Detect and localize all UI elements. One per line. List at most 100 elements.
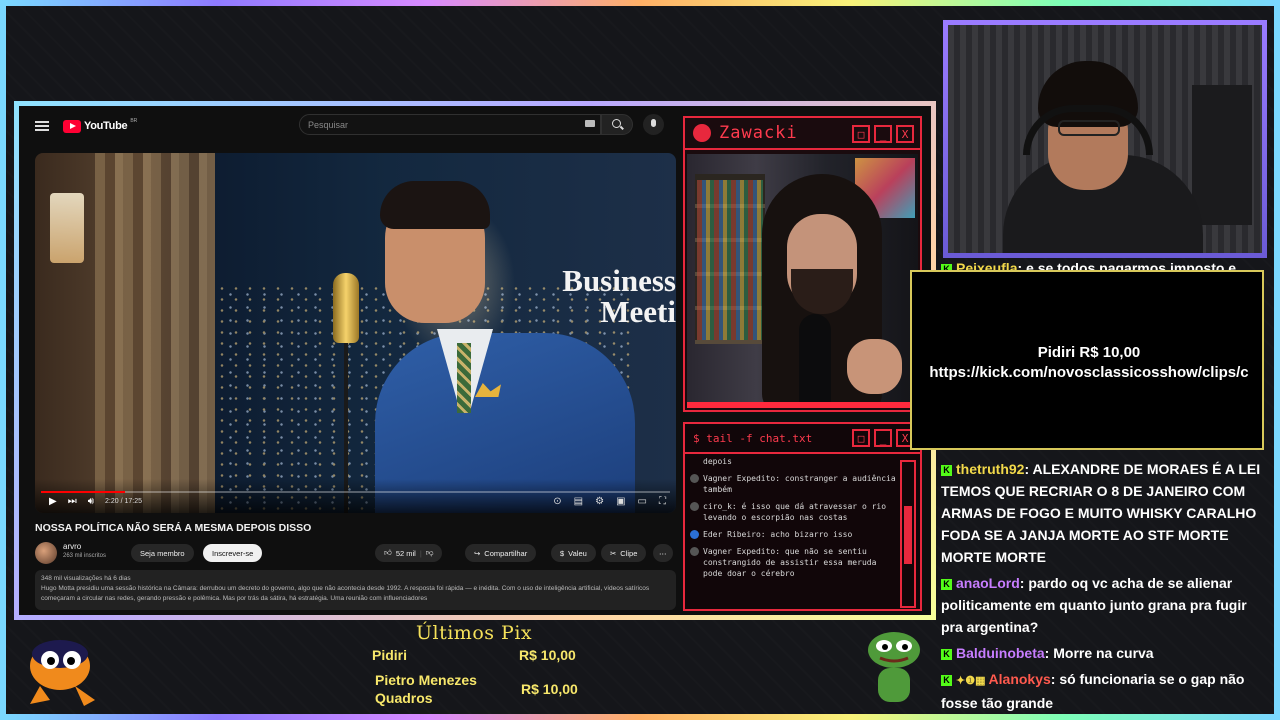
like-button[interactable]: 👍︎ 52 mil | 👎︎ (375, 544, 443, 562)
settings-icon[interactable]: ⚙ (595, 496, 604, 507)
next-icon[interactable]: ⏭ (68, 496, 77, 507)
video-overlay-text: Business Meeti (535, 265, 676, 327)
alert-link: https://kick.com/novosclassicosshow/clip… (929, 364, 1249, 381)
lamp (50, 193, 84, 263)
pix-alert: Pidiri R$ 10,00 https://kick.com/novoscl… (910, 270, 1264, 450)
autoplay-toggle[interactable]: ⊙ (553, 496, 561, 507)
search-button[interactable] (601, 114, 633, 135)
fullscreen-icon[interactable]: ⛶ (659, 496, 666, 507)
thumbs-down-icon[interactable]: 👎︎ (426, 548, 434, 558)
terminal-title: $ tail -f chat.txt (693, 431, 813, 445)
pix-donor-name: Pietro Menezes Quadros (375, 672, 477, 706)
pepe-frog-icon (868, 632, 920, 702)
more-icon: ⋯ (659, 548, 667, 558)
youtube-topbar: YouTube BR Pesquisar (19, 106, 679, 146)
chat-message: KanaoLord: pardo oq vc acha de se aliena… (941, 575, 1247, 635)
terminal-line: Eder Ribeiro: acho bizarro isso (689, 529, 899, 540)
man-hair (380, 181, 490, 229)
stream-overlay: YouTube BR Pesquisar Business Meeti ▶ ⏭ … (0, 0, 1280, 720)
kick-icon: K (941, 579, 952, 590)
video-title: NOSSA POLÍTICA NÃO SERÁ A MESMA DEPOIS D… (35, 522, 312, 534)
terminal-maximize-icon: □ (852, 429, 870, 447)
menu-icon[interactable] (35, 121, 49, 131)
pix-donor-name: Pidiri (372, 647, 408, 663)
mascot-icon (30, 640, 95, 706)
alert-donation: Pidiri R$ 10,00 (1037, 344, 1141, 361)
user-icon (690, 502, 699, 511)
chat-message: K ✦❶▦ Alanokys: só funcionaria se o gap n… (941, 671, 1245, 711)
terminal-chat-log: depois Vagner Expedito: constranger a au… (689, 456, 899, 606)
youtube-play-icon (63, 119, 81, 133)
overlay-word: Meeti (600, 294, 676, 327)
player-controls: ▶ ⏭ 🔊︎ 2:20 / 17:25 ⊙ ▤ ⚙ ▣ ▭ ⛶ (35, 479, 676, 513)
streamer-webcam (943, 20, 1267, 258)
youtube-window: YouTube BR Pesquisar Business Meeti ▶ ⏭ … (14, 101, 936, 620)
kick-icon: K (941, 675, 952, 686)
minimize-icon: _ (874, 125, 892, 143)
user-icon (690, 474, 699, 483)
pix-amount: R$ 10,00 (519, 647, 576, 663)
subscribe-button[interactable]: Inscrever-se (203, 544, 263, 562)
user-icon (690, 547, 699, 556)
zawacki-cam-panel: Zawacki □ _ X (683, 116, 922, 412)
share-icon: ↪ (474, 548, 481, 558)
theater-icon[interactable]: ▭ (638, 496, 647, 507)
channel-name[interactable]: arvro (63, 542, 81, 551)
pix-amount: R$ 10,00 (521, 681, 578, 697)
channel-subs: 263 mil inscritos (63, 553, 107, 559)
channel-row: arvro 263 mil inscritos Seja membro Insc… (35, 540, 676, 564)
scissors-icon: ✂ (610, 548, 617, 558)
chat-feed: Kthetruth92: ALEXANDRE DE MORAES É A LEI… (941, 458, 1271, 718)
microphone-icon[interactable] (643, 114, 664, 135)
hammer-sickle-icon (693, 124, 711, 142)
pix-list-title: Últimos Pix (416, 622, 533, 644)
time-display: 2:20 / 17:25 (105, 498, 143, 505)
youtube-region: BR (130, 117, 138, 124)
thanks-icon: $ (560, 548, 565, 558)
youtube-logo-text: YouTube (84, 120, 128, 132)
more-button[interactable]: ⋯ (653, 544, 673, 562)
description-text: Hugo Motta presidiu uma sessão histórica… (41, 585, 650, 602)
volume-icon[interactable]: 🔊︎ (88, 496, 94, 507)
curtain (95, 153, 215, 513)
terminal-minimize-icon: _ (874, 429, 892, 447)
kick-icon: K (941, 649, 952, 660)
search-icon (612, 119, 621, 128)
user-icon (690, 530, 699, 539)
terminal-line: Vagner Expedito: constranger a audiência… (689, 473, 899, 495)
video-player[interactable]: Business Meeti ▶ ⏭ 🔊︎ 2:20 / 17:25 ⊙ ▤ ⚙… (35, 153, 676, 513)
keyboard-icon[interactable] (585, 120, 595, 127)
join-button[interactable]: Seja membro (131, 544, 194, 562)
miniplayer-icon[interactable]: ▣ (616, 496, 625, 507)
overlay-word: Business (562, 265, 676, 298)
terminal-scrollbar[interactable] (900, 460, 916, 608)
badge-icons: ✦❶▦ (956, 675, 989, 687)
share-button[interactable]: ↪ Compartilhar (465, 544, 537, 562)
video-description[interactable]: 348 mil visualizações há 6 dias Hugo Mot… (35, 570, 676, 610)
kick-icon: K (941, 465, 952, 476)
chat-terminal-panel: $ tail -f chat.txt □ _ X depois Vagner E… (683, 422, 922, 611)
thumbs-up-icon: 👍︎ (384, 548, 392, 557)
youtube-logo[interactable]: YouTube BR (63, 117, 138, 133)
terminal-line: Vagner Expedito: que não se sentiu const… (689, 546, 899, 579)
golden-microphone (333, 273, 359, 343)
subtitles-icon[interactable]: ▤ (574, 496, 583, 507)
zawacki-webcam (687, 154, 918, 408)
progress-fill (41, 491, 126, 493)
close-icon: X (896, 125, 914, 143)
chat-message: Kthetruth92: ALEXANDRE DE MORAES É A LEI… (941, 461, 1261, 565)
view-stats: 348 mil visualizações há 6 dias (41, 575, 131, 582)
play-icon[interactable]: ▶ (49, 496, 57, 507)
channel-avatar[interactable] (35, 542, 57, 564)
chat-message: K Balduinobeta: Morre na curva (941, 642, 1271, 664)
maximize-icon: □ (852, 125, 870, 143)
search-input[interactable]: Pesquisar (299, 114, 601, 135)
terminal-line: depois (703, 457, 732, 466)
terminal-line: ciro_k: é isso que dá atravessar o rio l… (689, 501, 899, 523)
thanks-button[interactable]: $ Valeu (551, 544, 596, 562)
clip-button[interactable]: ✂ Clipe (601, 544, 647, 562)
zawacki-title: Zawacki (719, 123, 798, 143)
microphone (799, 314, 831, 404)
progress-bar[interactable] (41, 491, 670, 493)
man-tie (457, 343, 471, 413)
